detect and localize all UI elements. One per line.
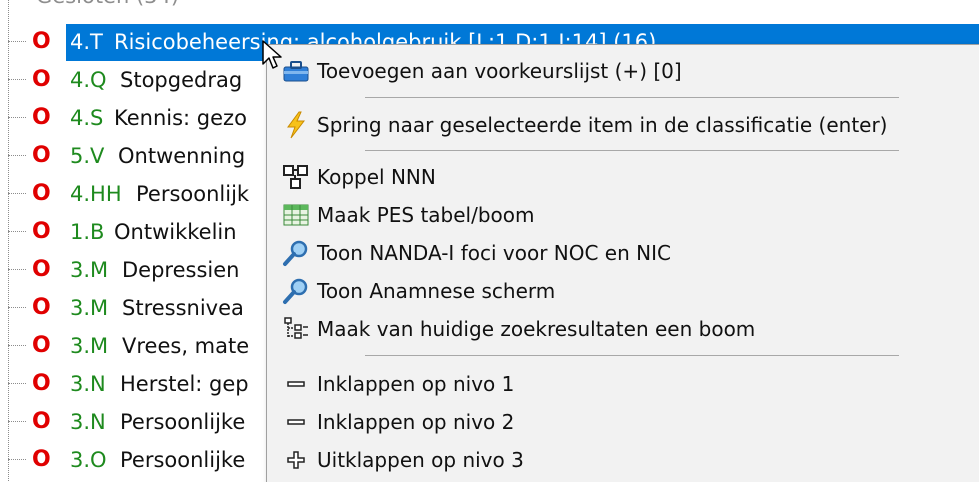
row-code: 5.V [70,144,105,168]
row-label: Herstel: gep [120,372,249,396]
minus-icon [281,408,311,436]
magnifier-icon [281,239,311,267]
menu-separator [365,150,899,151]
context-menu: Toevoegen aan voorkeurslijst (+) [0] Spr… [266,44,979,482]
row-marker: O [32,447,51,472]
row-label: Ontwikkelin [114,220,237,244]
menu-item-label: Maak van huidige zoekresultaten een boom [317,317,756,341]
menu-item-label: Toevoegen aan voorkeurslijst (+) [0] [317,59,682,83]
row-label: Depressien [122,258,240,282]
tree-connector [8,117,26,118]
row-code: 3.O [70,448,107,472]
row-label: Persoonlijke [120,410,246,434]
row-marker: O [32,219,51,244]
tree-row-partial[interactable]: ▪ Gesloten (34) [0,0,979,14]
tree-connector [8,79,26,80]
row-marker: O [32,257,51,282]
row-code: 3.M [70,258,109,282]
menu-item-add-to-favorites[interactable]: Toevoegen aan voorkeurslijst (+) [0] [267,53,979,89]
row-label: Persoonlijke [120,448,246,472]
row-code: 3.M [70,296,109,320]
menu-item-label: Toon Anamnese scherm [317,279,556,303]
minus-icon [281,370,311,398]
table-icon [281,201,311,229]
row-marker: O [32,371,51,396]
menu-item-anamnese[interactable]: Toon Anamnese scherm [267,273,979,309]
row-label: Gesloten (34) [36,0,179,14]
tree-connector [8,307,26,308]
row-marker: O [32,333,51,358]
menu-item-label: Inklappen op nivo 2 [317,410,515,434]
menu-item-collapse-level-2[interactable]: Inklappen op nivo 2 [267,404,979,440]
menu-item-label: Spring naar geselecteerde item in de cla… [317,113,888,137]
menu-item-results-tree[interactable]: Maak van huidige zoekresultaten een boom [267,311,979,347]
network-icon [281,163,311,191]
magnifier-icon [281,277,311,305]
row-label: Vrees, mate [122,334,250,358]
mouse-cursor-icon [262,40,282,69]
menu-separator [365,355,899,356]
row-code: 3.N [70,410,106,434]
row-code: 4.Q [70,68,107,92]
row-label: Ontwenning [118,144,246,168]
tree-icon [281,315,311,343]
menu-item-expand-level-3[interactable]: Uitklappen op nivo 3 [267,442,979,478]
tree-connector [8,193,26,194]
menu-separator [365,97,899,98]
menu-item-label: Maak PES tabel/boom [317,203,535,227]
plus-icon [281,446,311,474]
row-marker: O [32,29,51,54]
menu-item-label: Inklappen op nivo 1 [317,372,515,396]
tree-connector [8,383,26,384]
tree-connector [8,155,26,156]
tree-connector [8,269,26,270]
row-label: Stressnivea [122,296,244,320]
row-label: Persoonlijk [136,182,250,206]
row-code: 1.B [70,220,105,244]
row-label: Stopgedrag [120,68,243,92]
row-label: Kennis: gezo [114,106,247,130]
toolbox-icon [281,57,311,85]
lightning-icon [281,111,311,139]
row-code: 3.M [70,334,109,358]
row-marker: O [32,181,51,206]
menu-item-jump-to-classification[interactable]: Spring naar geselecteerde item in de cla… [267,107,979,143]
menu-item-nanda-foci[interactable]: Toon NANDA-I foci voor NOC en NIC [267,235,979,271]
menu-item-label: Toon NANDA-I foci voor NOC en NIC [317,241,671,265]
row-marker: O [32,409,51,434]
menu-item-koppel-nnn[interactable]: Koppel NNN [267,159,979,195]
row-marker: O [32,295,51,320]
row-code: 4.S [70,106,104,130]
row-code: 4.T [70,30,103,54]
tree-connector [8,231,26,232]
row-marker: O [32,105,51,130]
tree-connector [8,41,26,42]
menu-item-pes-table[interactable]: Maak PES tabel/boom [267,197,979,233]
tree-connector [8,459,26,460]
row-code: 3.N [70,372,106,396]
menu-item-label: Uitklappen op nivo 3 [317,448,524,472]
tree-connector [8,421,26,422]
row-marker: O [32,143,51,168]
row-marker: O [32,67,51,92]
menu-item-collapse-level-1[interactable]: Inklappen op nivo 1 [267,366,979,402]
tree-connector [8,345,26,346]
row-code: 4.HH [70,182,122,206]
menu-item-label: Koppel NNN [317,165,436,189]
